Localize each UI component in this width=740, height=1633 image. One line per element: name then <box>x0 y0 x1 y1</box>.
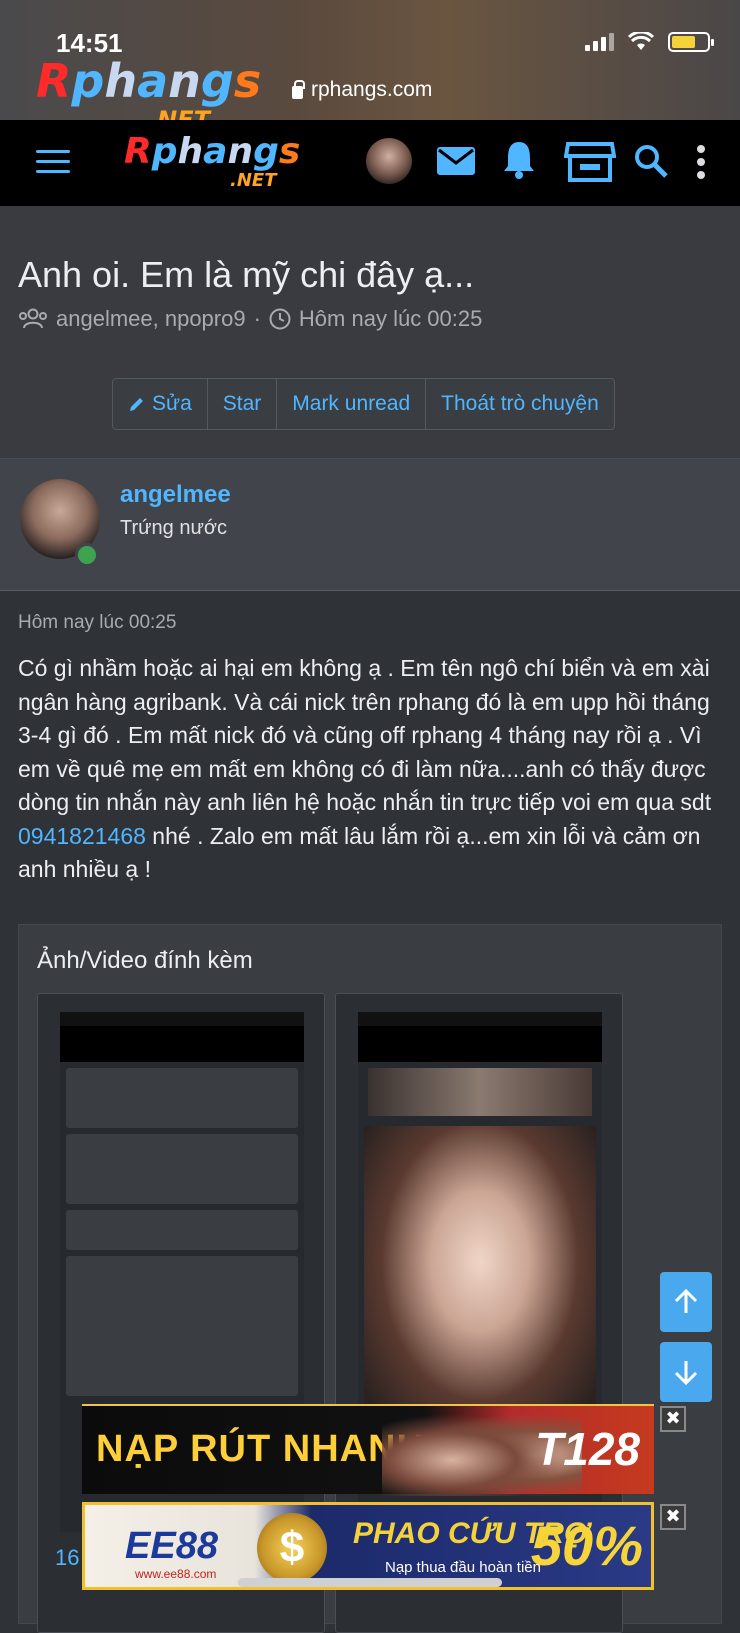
site-navbar: Rphangs .NET <box>0 120 740 206</box>
post-time[interactable]: Hôm nay lúc 00:25 <box>18 612 176 634</box>
scroll-down-button[interactable] <box>660 1342 712 1402</box>
battery-icon <box>668 32 714 52</box>
thread-meta: angelmee, npopro9 · Hôm nay lúc 00:25 <box>18 306 482 332</box>
site-logo-text: Rphangs <box>124 131 301 172</box>
ad2-url: www.ee88.com <box>135 1567 217 1581</box>
browser-chrome: 14:51 Rphangs .NET rphangs.com <box>0 0 740 134</box>
post-body: Có gì nhầm hoặc ai hại em không ạ . Em t… <box>18 652 730 887</box>
menu-icon[interactable] <box>36 150 70 180</box>
mail-icon[interactable] <box>436 146 476 176</box>
scroll-up-button[interactable] <box>660 1272 712 1332</box>
home-indicator[interactable] <box>238 1578 502 1587</box>
search-icon[interactable] <box>634 144 668 178</box>
thread-header: Anh oi. Em là mỹ chi đây ạ... angelmee, … <box>0 206 740 458</box>
clock-icon <box>269 308 291 330</box>
mark-unread-button-label: Mark unread <box>292 392 411 415</box>
more-icon[interactable] <box>696 144 706 180</box>
star-button-label: Star <box>222 392 262 415</box>
meta-separator: · <box>253 306 261 331</box>
leave-conversation-button[interactable]: Thoát trò chuyện <box>426 379 614 429</box>
leave-conversation-button-label: Thoát trò chuyện <box>441 392 599 415</box>
ad1-close-icon[interactable]: ✖ <box>660 1406 686 1432</box>
url-text: rphangs.com <box>311 78 433 101</box>
ad2-percent: 50% <box>530 1514 643 1577</box>
author-name[interactable]: angelmee <box>120 481 231 509</box>
signal-icon <box>585 33 614 51</box>
post-text: Có gì nhầm hoặc ai hại em không ạ . Em t… <box>18 655 712 815</box>
lock-icon <box>292 79 305 99</box>
thread-time: Hôm nay lúc 00:25 <box>298 306 483 331</box>
ad-banner-ee88[interactable]: EE88 www.ee88.com $ PHAO CỨU TRỢ Nạp thu… <box>82 1502 654 1590</box>
edit-button[interactable]: Sửa <box>113 379 208 429</box>
attachments-title: Ảnh/Video đính kèm <box>37 947 253 974</box>
site-logo[interactable]: Rphangs .NET <box>124 131 301 192</box>
bell-icon[interactable] <box>502 140 536 180</box>
edit-button-label: Sửa <box>152 392 192 415</box>
star-button[interactable]: Star <box>208 379 278 429</box>
ad1-text: NẠP RÚT NHANH <box>96 1428 425 1470</box>
author-role: Trứng nước <box>120 517 227 539</box>
attachment-count[interactable]: 16 <box>55 1545 79 1571</box>
wifi-icon <box>628 32 654 50</box>
mark-unread-button[interactable]: Mark unread <box>277 379 427 429</box>
online-status-icon <box>75 543 99 567</box>
pencil-icon <box>130 398 143 411</box>
status-icons <box>585 32 714 52</box>
phone-link[interactable]: 0941821468 <box>18 823 146 849</box>
ad-banner-t128[interactable]: NẠP RÚT NHANH T128 <box>82 1404 654 1496</box>
page-title: Anh oi. Em là mỹ chi đây ạ... <box>18 254 475 295</box>
ad2-close-icon[interactable]: ✖ <box>660 1504 686 1530</box>
arrow-down-icon <box>674 1361 698 1386</box>
arrow-up-icon <box>674 1288 698 1313</box>
thread-actions: Sửa Star Mark unread Thoát trò chuyện <box>112 378 615 430</box>
url-bar[interactable]: rphangs.com <box>292 78 432 102</box>
site-logo-sub: .NET <box>230 170 277 191</box>
users-icon <box>19 308 47 329</box>
coin-icon: $ <box>257 1513 327 1583</box>
user-avatar[interactable] <box>366 138 412 184</box>
store-icon[interactable] <box>564 140 616 184</box>
message-author: angelmee Trứng nước <box>0 458 740 591</box>
ad1-brand: T128 <box>535 1423 640 1475</box>
ad2-brand: EE88 <box>125 1525 218 1567</box>
participants[interactable]: angelmee, npopro9 <box>56 306 246 332</box>
browser-logo: Rphangs .NET <box>36 54 262 134</box>
ad2-small-text: Nạp thua đầu hoàn tiền <box>385 1559 541 1576</box>
browser-logo-text: Rphangs <box>36 54 262 108</box>
